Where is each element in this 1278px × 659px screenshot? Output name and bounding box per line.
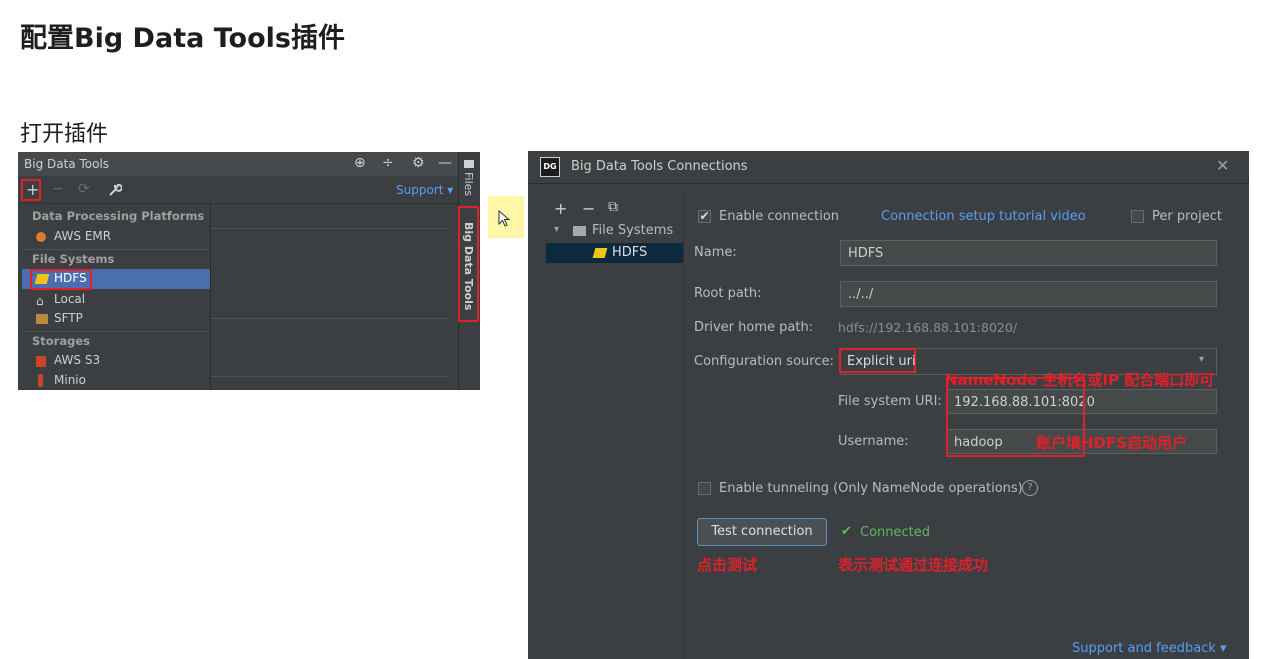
content-divider <box>210 228 450 229</box>
support-link[interactable]: Support ▾ <box>396 183 453 197</box>
connections-tree: + − ⧉ ▾ File Systems HDFS <box>546 195 684 659</box>
check-icon: ✔ <box>841 524 852 539</box>
refresh-icon[interactable]: ⟳ <box>78 181 90 197</box>
per-project-checkbox[interactable] <box>1131 210 1144 223</box>
account-annotation: 账户填HDFS启动用户 <box>1036 434 1188 452</box>
home-icon: ⌂ <box>36 294 44 308</box>
root-path-input[interactable]: ../../ <box>840 281 1217 307</box>
test-connection-button[interactable]: Test connection <box>697 518 827 546</box>
section-title: 打开插件 <box>20 122 109 147</box>
tutorial-link[interactable]: Connection setup tutorial video <box>881 209 1086 224</box>
enable-connection-checkbox[interactable]: ✔ <box>698 210 711 223</box>
aws-s3-icon <box>36 356 46 367</box>
dropdown-item-local[interactable]: Local <box>54 292 85 306</box>
remove-connection-button[interactable]: − <box>582 199 595 218</box>
mouse-cursor-icon <box>498 210 511 227</box>
big-data-tools-panel: Big Data Tools ⊕ ÷ ⚙ — + − ⟳ Support ▾ F… <box>18 152 480 390</box>
tree-group-file-systems[interactable]: File Systems <box>592 223 673 238</box>
folder-icon <box>464 160 474 168</box>
slide-title: 配置Big Data Tools插件 <box>20 23 345 54</box>
click-test-annotation: 点击测试 <box>697 556 758 574</box>
connections-dialog: DG Big Data Tools Connections ✕ + − ⧉ ▾ … <box>528 151 1249 659</box>
folder-icon <box>573 226 586 236</box>
per-project-label: Per project <box>1152 209 1222 224</box>
dropdown-header: File Systems <box>32 252 115 266</box>
dropdown-header: Data Processing Platforms <box>32 209 205 223</box>
content-divider <box>210 376 450 377</box>
config-source-label: Configuration source: <box>694 354 834 369</box>
content-divider <box>210 318 450 319</box>
sftp-icon <box>36 314 48 324</box>
minio-icon <box>38 374 43 387</box>
add-connection-dropdown: Data Processing Platforms AWS EMR File S… <box>22 204 211 390</box>
enable-connection-label: Enable connection <box>719 209 840 224</box>
tree-item-hdfs[interactable]: HDFS <box>612 245 647 260</box>
chevron-down-icon[interactable]: ▾ <box>1199 354 1204 365</box>
dropdown-item-minio[interactable]: Minio <box>54 373 86 387</box>
username-label: Username: <box>838 434 909 449</box>
close-icon[interactable]: ✕ <box>1216 156 1229 175</box>
wrench-icon[interactable] <box>108 183 122 197</box>
name-label: Name: <box>694 245 737 260</box>
chevron-down-icon[interactable]: ▾ <box>554 224 559 235</box>
dropdown-header: Storages <box>32 334 90 348</box>
uri-label: File system URI: <box>838 394 942 409</box>
root-path-label: Root path: <box>694 286 762 301</box>
dropdown-item-sftp[interactable]: SFTP <box>54 311 83 325</box>
files-tab[interactable]: Files <box>462 172 475 196</box>
dropdown-item-aws-s3[interactable]: AWS S3 <box>54 353 100 367</box>
enable-tunneling-label: Enable tunneling (Only NameNode operatio… <box>719 481 1023 496</box>
panel-title: Big Data Tools <box>24 157 110 171</box>
dropdown-item-hdfs[interactable]: HDFS <box>54 271 87 285</box>
support-feedback-link[interactable]: Support and feedback ▾ <box>1072 641 1227 656</box>
driver-home-value: hdfs://192.168.88.101:8020/ <box>838 320 1018 335</box>
enable-tunneling-checkbox[interactable] <box>698 482 711 495</box>
dropdown-separator <box>22 331 210 332</box>
split-icon[interactable]: ÷ <box>382 155 394 171</box>
datagrip-logo: DG <box>540 157 560 177</box>
minimize-icon[interactable]: — <box>438 155 452 171</box>
add-button[interactable]: + <box>26 180 39 199</box>
aws-emr-icon <box>36 232 46 242</box>
dialog-title: Big Data Tools Connections <box>571 159 748 174</box>
dropdown-separator <box>22 249 210 250</box>
dropdown-item-aws-emr[interactable]: AWS EMR <box>54 229 111 243</box>
help-icon[interactable]: ? <box>1022 480 1038 496</box>
gear-icon[interactable]: ⚙ <box>412 155 425 171</box>
connected-status: Connected <box>860 525 931 540</box>
add-connection-button[interactable]: + <box>554 199 567 218</box>
driver-home-label: Driver home path: <box>694 320 814 335</box>
name-input[interactable]: HDFS <box>840 240 1217 266</box>
config-source-value: Explicit uri <box>847 354 916 369</box>
remove-button[interactable]: − <box>52 181 64 197</box>
crosshair-icon[interactable]: ⊕ <box>354 155 366 171</box>
copy-connection-button[interactable]: ⧉ <box>608 199 618 215</box>
success-annotation: 表示测试通过连接成功 <box>838 556 989 574</box>
big-data-tools-tab[interactable]: Big Data Tools <box>462 222 475 310</box>
